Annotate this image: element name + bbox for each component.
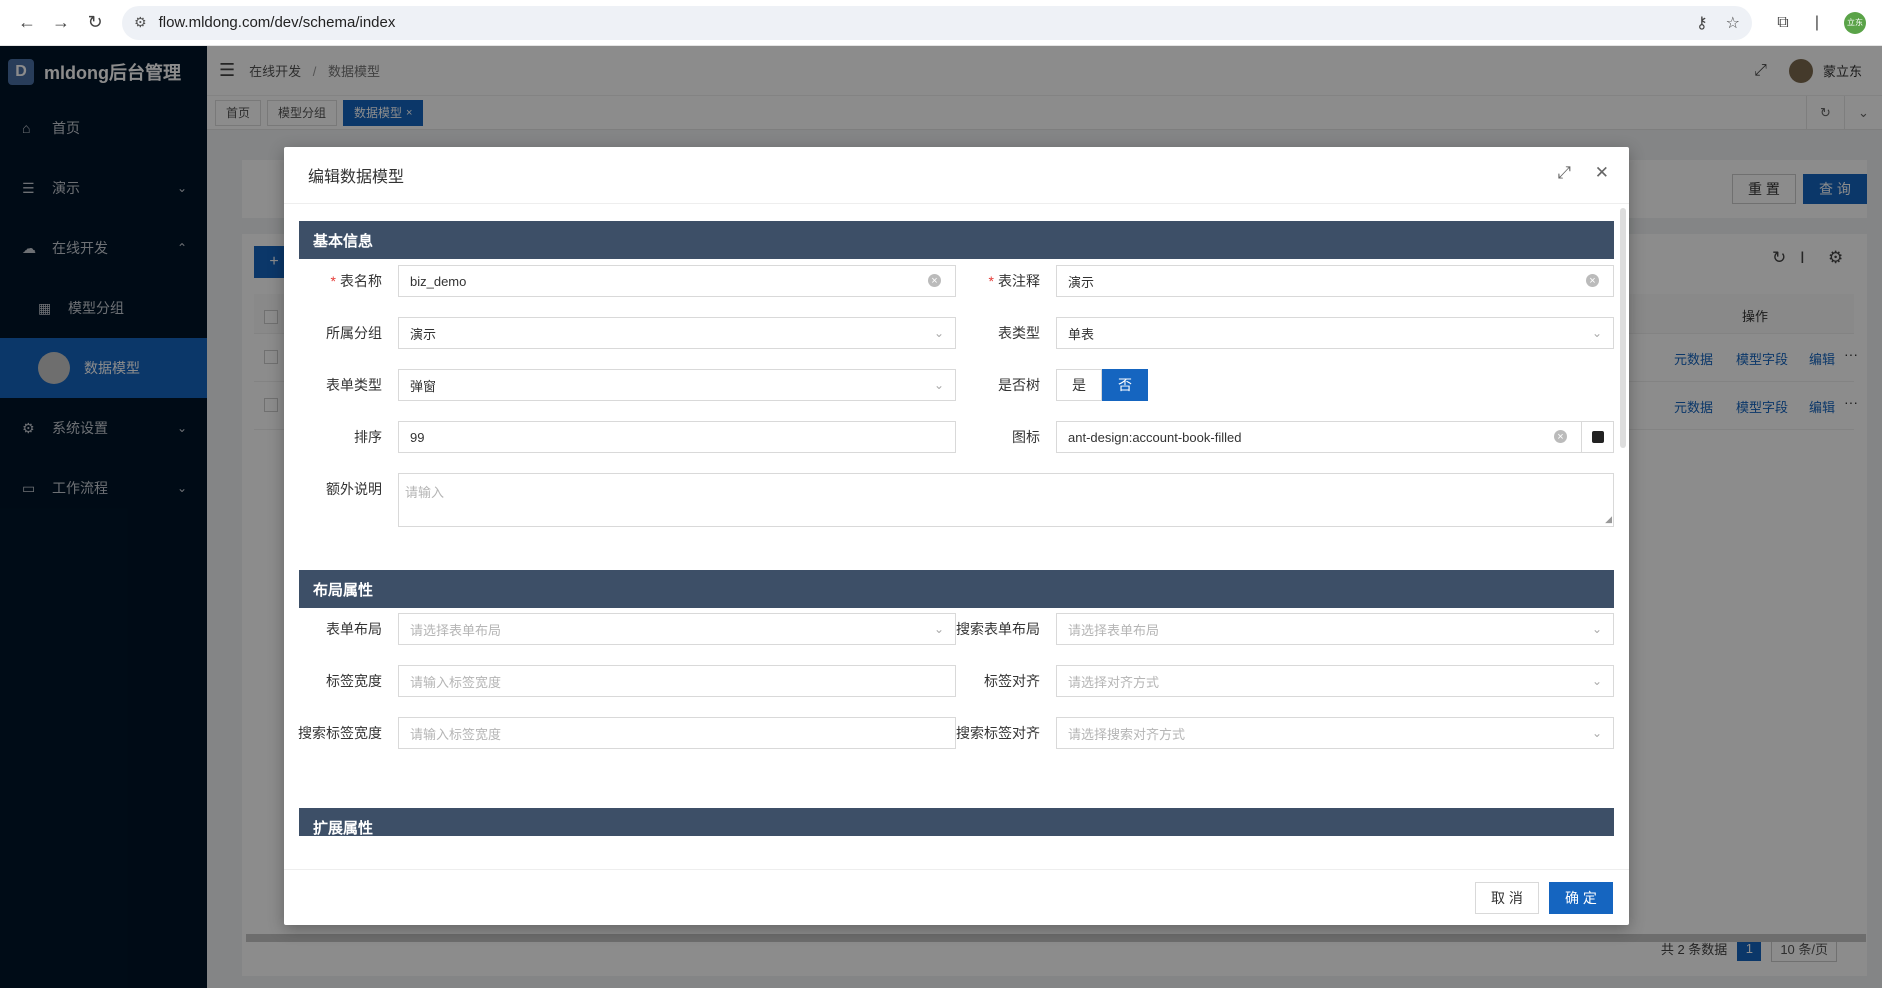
browser-bar: ← → ↻ ⚙ flow.mldong.com/dev/schema/index… [0, 0, 1882, 46]
clear-icon[interactable]: × [1586, 274, 1599, 287]
back-icon[interactable]: ← [10, 6, 44, 40]
close-icon[interactable]: ✕ [1595, 163, 1609, 183]
chevron-down-icon: ⌄ [1591, 674, 1602, 688]
table-type-label: 表类型 [998, 325, 1040, 341]
bookmark-star-icon[interactable]: ☆ [1726, 13, 1740, 33]
label-width-input[interactable]: 请输入标签宽度 [398, 665, 956, 697]
table-name-label: * 表名称 [330, 273, 382, 289]
key-icon[interactable]: ⚷ [1696, 13, 1708, 33]
cancel-button[interactable]: 取 消 [1475, 882, 1539, 914]
sort-label: 排序 [354, 429, 382, 445]
search-form-layout-select[interactable]: 请选择表单布局 ⌄ [1056, 613, 1614, 645]
reload-icon[interactable]: ↻ [78, 6, 112, 40]
sort-input[interactable]: 99 [398, 421, 956, 453]
search-label-width-label: 搜索标签宽度 [298, 725, 382, 741]
site-settings-icon[interactable]: ⚙ [134, 14, 147, 31]
extensions-icon[interactable]: ⧉ [1766, 14, 1800, 32]
form-type-label: 表单类型 [326, 377, 382, 393]
clear-icon[interactable]: × [1554, 430, 1567, 443]
table-name-input[interactable]: biz_demo × [398, 265, 956, 297]
confirm-button[interactable]: 确 定 [1549, 882, 1613, 914]
group-label: 所属分组 [326, 325, 382, 341]
dialog-footer: 取 消 确 定 [284, 869, 1629, 925]
group-select[interactable]: 演示 ⌄ [398, 317, 956, 349]
icon-input[interactable]: ant-design:account-book-filled × [1056, 421, 1614, 453]
dialog-header: 编辑数据模型 ⤢ ✕ [284, 147, 1629, 204]
chevron-down-icon: ⌄ [933, 622, 944, 636]
search-label-width-input[interactable]: 请输入标签宽度 [398, 717, 956, 749]
label-align-select[interactable]: 请选择对齐方式 ⌄ [1056, 665, 1614, 697]
vertical-scrollbar[interactable] [1620, 208, 1626, 448]
address-bar[interactable]: ⚙ flow.mldong.com/dev/schema/index ⚷ ☆ [122, 5, 1752, 40]
label-width-label: 标签宽度 [326, 673, 382, 689]
edit-model-dialog: 编辑数据模型 ⤢ ✕ 基本信息 * 表名称 biz_demo × * 表注释 演示 … [284, 147, 1629, 925]
section-basic-info: 基本信息 [299, 221, 1614, 259]
chevron-down-icon: ⌄ [1591, 326, 1602, 340]
forward-icon[interactable]: → [44, 6, 78, 40]
form-layout-label: 表单布局 [326, 621, 382, 637]
resize-grip-icon[interactable]: ◢ [1605, 514, 1612, 525]
search-label-align-label: 搜索标签对齐 [956, 725, 1040, 741]
table-comment-label: * 表注释 [988, 273, 1040, 289]
account-book-icon [1591, 431, 1604, 443]
icon-picker-button[interactable] [1581, 422, 1613, 452]
form-type-select[interactable]: 弹窗 ⌄ [398, 369, 956, 401]
section-layout: 布局属性 [299, 570, 1614, 608]
remark-textarea[interactable]: 请输入 ◢ [398, 473, 1614, 527]
search-form-layout-label: 搜索表单布局 [956, 621, 1040, 637]
is-tree-toggle: 是 否 [1056, 369, 1148, 401]
chevron-down-icon: ⌄ [933, 378, 944, 392]
dialog-title: 编辑数据模型 [308, 169, 405, 186]
table-type-select[interactable]: 单表 ⌄ [1056, 317, 1614, 349]
remark-label: 额外说明 [326, 481, 382, 497]
clear-icon[interactable]: × [928, 274, 941, 287]
chevron-down-icon: ⌄ [1591, 726, 1602, 740]
is-tree-label: 是否树 [998, 377, 1040, 393]
chevron-down-icon: ⌄ [933, 326, 944, 340]
icon-label: 图标 [1012, 429, 1040, 445]
is-tree-no-option[interactable]: 否 [1102, 369, 1148, 401]
fullscreen-icon[interactable]: ⤢ [1557, 163, 1571, 183]
form-layout-select[interactable]: 请选择表单布局 ⌄ [398, 613, 956, 645]
url-text: flow.mldong.com/dev/schema/index [158, 14, 396, 31]
label-align-label: 标签对齐 [984, 673, 1040, 689]
dialog-body: 基本信息 * 表名称 biz_demo × * 表注释 演示 × 所属分组 演示 ⌄… [284, 204, 1629, 836]
profile-avatar[interactable]: 立东 [1844, 11, 1866, 34]
search-label-align-select[interactable]: 请选择搜索对齐方式 ⌄ [1056, 717, 1614, 749]
section-extend: 扩展属性 [299, 808, 1614, 836]
menu-divider-icon: | [1814, 13, 1820, 31]
is-tree-yes-option[interactable]: 是 [1056, 369, 1102, 401]
chevron-down-icon: ⌄ [1591, 622, 1602, 636]
table-comment-input[interactable]: 演示 × [1056, 265, 1614, 297]
